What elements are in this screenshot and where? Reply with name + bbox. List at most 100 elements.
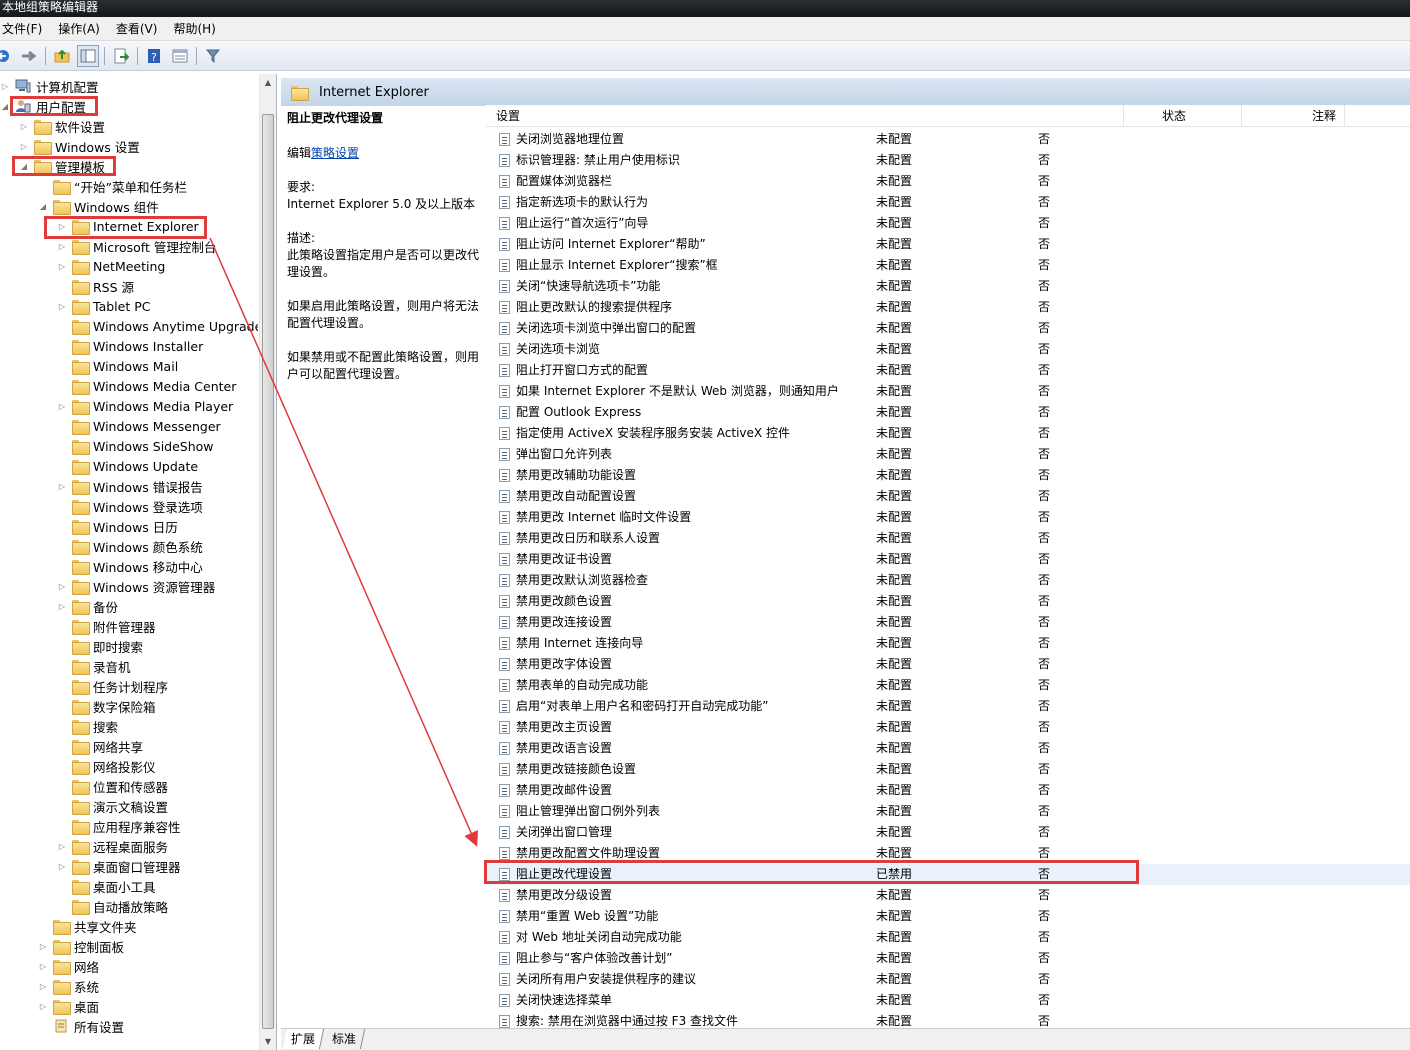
list-item[interactable]: 关闭选项卡浏览 未配置 否 <box>486 339 1410 360</box>
filter-icon[interactable] <box>202 45 224 67</box>
list-item[interactable]: 关闭浏览器地理位置 未配置 否 <box>486 129 1410 150</box>
tree-item[interactable]: ▷ Tablet PC <box>57 296 151 316</box>
list-item[interactable]: 禁用更改邮件设置 未配置 否 <box>486 780 1410 801</box>
expand-arrow-icon[interactable]: ▷ <box>57 856 67 876</box>
expand-arrow-icon[interactable]: ▷ <box>19 116 29 136</box>
tree-item[interactable]: Windows Mail <box>57 356 179 376</box>
tree-item[interactable]: ◢ 管理模板 <box>19 156 106 176</box>
list-item[interactable]: 禁用更改默认浏览器检查 未配置 否 <box>486 570 1410 591</box>
tree-item[interactable]: 录音机 <box>57 656 132 676</box>
menu-action[interactable]: 操作(A) <box>50 18 108 40</box>
list-item[interactable]: 阻止运行“首次运行”向导 未配置 否 <box>486 213 1410 234</box>
tree-item[interactable]: 任务计划程序 <box>57 676 169 696</box>
tree-item[interactable]: ▷ 控制面板 <box>38 936 125 956</box>
tree-item[interactable]: ▷ 系统 <box>38 976 100 996</box>
list-item[interactable]: 禁用更改日历和联系人设置 未配置 否 <box>486 528 1410 549</box>
list-item[interactable]: 弹出窗口允许列表 未配置 否 <box>486 444 1410 465</box>
list-item[interactable]: 关闭快速选择菜单 未配置 否 <box>486 990 1410 1011</box>
list-item[interactable]: 禁用更改 Internet 临时文件设置 未配置 否 <box>486 507 1410 528</box>
tree-item[interactable]: 自动播放策略 <box>57 896 169 916</box>
tree-item[interactable]: 桌面小工具 <box>57 876 157 896</box>
tab-standard[interactable]: 标准 <box>323 1029 366 1049</box>
list-item[interactable]: 禁用更改主页设置 未配置 否 <box>486 717 1410 738</box>
tree-item[interactable]: 搜索 <box>57 716 119 736</box>
list-item[interactable]: 配置媒体浏览器栏 未配置 否 <box>486 171 1410 192</box>
tree-item[interactable]: ▷ 计算机配置 <box>0 76 100 96</box>
list-item[interactable]: 指定使用 ActiveX 安装程序服务安装 ActiveX 控件 未配置 否 <box>486 423 1410 444</box>
expand-arrow-icon[interactable]: ▷ <box>38 956 48 976</box>
tree-item[interactable]: 即时搜索 <box>57 636 144 656</box>
list-item[interactable]: 指定新选项卡的默认行为 未配置 否 <box>486 192 1410 213</box>
tree-item[interactable]: Windows Update <box>57 456 199 476</box>
tree-item[interactable]: 网络共享 <box>57 736 144 756</box>
show-hide-tree-icon[interactable] <box>77 44 99 67</box>
tree-item[interactable]: Windows 颜色系统 <box>57 536 204 556</box>
menu-file[interactable]: 文件(F) <box>0 18 50 40</box>
tree-item[interactable]: Windows 日历 <box>57 516 179 536</box>
expand-arrow-icon[interactable]: ▷ <box>19 136 29 156</box>
list-item[interactable]: 禁用更改分级设置 未配置 否 <box>486 885 1410 906</box>
tree-item[interactable]: RSS 源 <box>57 276 135 296</box>
list-item[interactable]: 禁用更改连接设置 未配置 否 <box>486 612 1410 633</box>
menu-help[interactable]: 帮助(H) <box>165 18 223 40</box>
column-setting[interactable]: 设置 <box>486 105 1124 127</box>
list-item[interactable]: 如果 Internet Explorer 不是默认 Web 浏览器，则通知用户 未… <box>486 381 1410 402</box>
tree-item[interactable]: ▷ Windows 资源管理器 <box>57 576 216 596</box>
list-item[interactable]: 阻止显示 Internet Explorer“搜索”框 未配置 否 <box>486 255 1410 276</box>
forward-icon[interactable] <box>18 45 40 67</box>
list-item[interactable]: 禁用更改颜色设置 未配置 否 <box>486 591 1410 612</box>
tree-item[interactable]: Windows Media Center <box>57 376 237 396</box>
tree-item[interactable]: ▷ 桌面窗口管理器 <box>57 856 182 876</box>
scroll-thumb[interactable] <box>262 114 274 1029</box>
tree-item[interactable]: ▷ Windows 错误报告 <box>57 476 204 496</box>
expand-arrow-icon[interactable]: ▷ <box>38 936 48 956</box>
up-folder-icon[interactable] <box>51 45 73 67</box>
tree-item[interactable]: ▷ 备份 <box>57 596 119 616</box>
list-item[interactable]: 关闭所有用户安装提供程序的建议 未配置 否 <box>486 969 1410 990</box>
list-item[interactable]: 关闭选项卡浏览中弹出窗口的配置 未配置 否 <box>486 318 1410 339</box>
expand-arrow-icon[interactable]: ▷ <box>57 216 67 236</box>
scroll-down-arrow-icon[interactable]: ▼ <box>260 1033 276 1050</box>
export-list-icon[interactable] <box>110 45 132 67</box>
tree-item[interactable]: ▷ Microsoft 管理控制台 <box>57 236 217 256</box>
list-item[interactable]: 配置 Outlook Express 未配置 否 <box>486 402 1410 423</box>
list-item[interactable]: 禁用更改字体设置 未配置 否 <box>486 654 1410 675</box>
list-item[interactable]: 阻止访问 Internet Explorer“帮助” 未配置 否 <box>486 234 1410 255</box>
scroll-up-arrow-icon[interactable]: ▲ <box>260 74 276 91</box>
expand-arrow-icon[interactable]: ▷ <box>57 596 67 616</box>
back-icon[interactable] <box>0 45 14 67</box>
tree-item[interactable]: “开始”菜单和任务栏 <box>38 176 188 196</box>
expand-arrow-icon[interactable]: ▷ <box>57 256 67 276</box>
tree-item[interactable]: ▷ 远程桌面服务 <box>57 836 169 856</box>
help-icon[interactable]: ? <box>143 45 165 67</box>
tab-extended[interactable]: 扩展 <box>282 1029 325 1049</box>
tree-item[interactable]: ▷ Internet Explorer <box>57 216 200 236</box>
list-item[interactable]: 禁用更改配置文件助理设置 未配置 否 <box>486 843 1410 864</box>
tree-item[interactable]: ▷ Windows 设置 <box>19 136 141 156</box>
collapse-arrow-icon[interactable]: ◢ <box>0 96 10 116</box>
tree-item[interactable]: 附件管理器 <box>57 616 157 636</box>
tree-item[interactable]: ▷ 网络 <box>38 956 100 976</box>
list-item[interactable]: 禁用更改辅助功能设置 未配置 否 <box>486 465 1410 486</box>
tree-item[interactable]: Windows Anytime Upgrade <box>57 316 258 336</box>
expand-arrow-icon[interactable]: ▷ <box>38 996 48 1016</box>
column-comment[interactable]: 注释 <box>1242 105 1345 127</box>
tree-item[interactable]: ▷ 桌面 <box>38 996 100 1016</box>
tree-item[interactable]: ◢ 用户配置 <box>0 96 87 116</box>
tree-item[interactable]: ◢ Windows 组件 <box>38 196 160 216</box>
expand-arrow-icon[interactable]: ▷ <box>57 476 67 496</box>
expand-arrow-icon[interactable]: ▷ <box>57 296 67 316</box>
tree-item[interactable]: Windows Installer <box>57 336 204 356</box>
tree-item[interactable]: 应用程序兼容性 <box>57 816 182 836</box>
list-item[interactable]: 禁用 Internet 连接向导 未配置 否 <box>486 633 1410 654</box>
list-item[interactable]: 禁用“重置 Web 设置”功能 未配置 否 <box>486 906 1410 927</box>
expand-arrow-icon[interactable]: ▷ <box>38 976 48 996</box>
list-item[interactable]: 禁用更改自动配置设置 未配置 否 <box>486 486 1410 507</box>
tree-item[interactable]: ▷ 软件设置 <box>19 116 106 136</box>
tree-item[interactable]: Windows 移动中心 <box>57 556 204 576</box>
tree-item[interactable]: Windows SideShow <box>57 436 215 456</box>
tree-item[interactable]: 所有设置 <box>38 1016 125 1036</box>
list-item[interactable]: 搜索: 禁用在浏览器中通过按 F3 查找文件 未配置 否 <box>486 1011 1410 1029</box>
column-state[interactable]: 状态 <box>1124 105 1242 127</box>
list-item[interactable]: 禁用更改证书设置 未配置 否 <box>486 549 1410 570</box>
